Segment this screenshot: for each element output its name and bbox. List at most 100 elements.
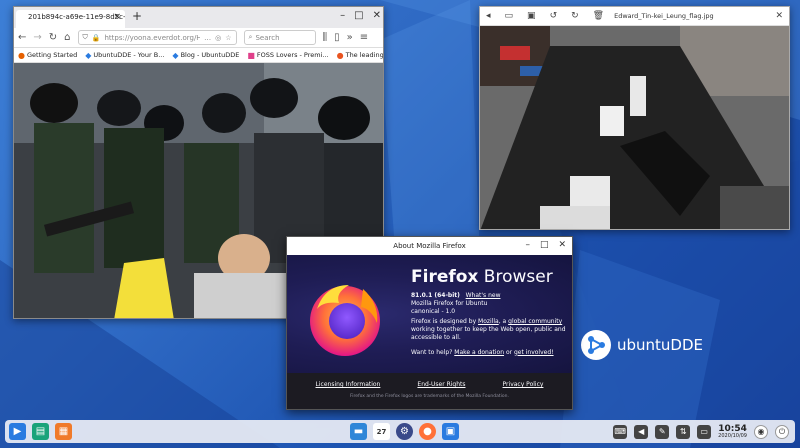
firefox-icon[interactable]: ● bbox=[419, 423, 436, 440]
ubuntudde-icon: ◆ bbox=[172, 50, 179, 60]
notification-center-icon[interactable]: ◉ bbox=[754, 424, 768, 439]
designed-by-text: Firefox is designed by Mozilla, a global… bbox=[411, 318, 567, 342]
url-text: https://yoona.everdot.org/HongKong/ bbox=[104, 33, 201, 42]
footer-links: Licensing Information End-User Rights Pr… bbox=[287, 373, 572, 388]
shield-icon[interactable]: ⛉ bbox=[83, 33, 88, 42]
close-icon[interactable]: ✕ bbox=[373, 10, 381, 21]
library-icon[interactable]: ⫼ bbox=[323, 32, 328, 43]
get-involved-link[interactable]: get involved! bbox=[514, 349, 554, 356]
bookmark-ubuntu[interactable]: ● The leading operatin... bbox=[337, 51, 383, 60]
about-main-panel: Firefox Browser 81.0.1 (64-bit) What's n… bbox=[287, 255, 572, 373]
delete-icon[interactable]: 🗑 bbox=[593, 11, 604, 21]
maximize-icon[interactable]: □ bbox=[540, 240, 549, 250]
image-viewer-icon[interactable]: ▣ bbox=[442, 423, 459, 440]
about-footer: Licensing Information End-User Rights Pr… bbox=[287, 373, 572, 409]
system-tray: ⌨ ◀ ✎ ⇅ ▭ 10:54 2020/10/09 ◉ ⏻ bbox=[613, 424, 789, 439]
designed-mid: , a bbox=[498, 318, 509, 326]
bookmark-blog-ubuntudde[interactable]: ◆ Blog - UbuntuDDE bbox=[172, 51, 239, 60]
star-icon[interactable]: ☆ bbox=[225, 34, 231, 42]
help-prefix: Want to help? bbox=[411, 348, 455, 356]
battery-icon[interactable]: ▭ bbox=[697, 424, 712, 439]
clock[interactable]: 10:54 2020/10/09 bbox=[718, 424, 747, 439]
volume-icon[interactable]: ◀ bbox=[634, 424, 649, 439]
designed-prefix: Firefox is designed by bbox=[411, 318, 479, 326]
tab-bar: 201b894c-a69e-11e9-8d5c-2d5b... × + – □ … bbox=[14, 7, 383, 28]
forward-icon[interactable]: → bbox=[33, 32, 41, 43]
more-icon[interactable]: … bbox=[204, 34, 211, 42]
actual-size-icon[interactable]: ▣ bbox=[527, 11, 536, 21]
licensing-information-link[interactable]: Licensing Information bbox=[316, 381, 381, 388]
about-info: 81.0.1 (64-bit) What's new Mozilla Firef… bbox=[411, 292, 567, 357]
bookmark-getting-started[interactable]: ● Getting Started bbox=[18, 51, 77, 60]
dialog-window-controls: – □ ✕ bbox=[525, 240, 566, 250]
help-or: or bbox=[504, 348, 514, 356]
search-placeholder: Search bbox=[255, 33, 280, 42]
product-name-bold: Firefox bbox=[411, 267, 479, 287]
lock-icon[interactable]: 🔒 bbox=[92, 34, 101, 42]
notes-icon[interactable]: ✎ bbox=[655, 424, 670, 439]
back-icon[interactable]: ← bbox=[18, 32, 26, 43]
sidebar-icon[interactable]: ▯ bbox=[334, 32, 340, 43]
home-icon[interactable]: ⌂ bbox=[64, 32, 70, 43]
ubuntu-icon: ● bbox=[336, 50, 344, 60]
tab-title: 201b894c-a69e-11e9-8d5c-2d5b... bbox=[28, 13, 125, 21]
close-tab-icon[interactable]: × bbox=[113, 12, 121, 22]
firefox-icon: ● bbox=[18, 50, 25, 60]
network-icon[interactable]: ⇅ bbox=[676, 424, 691, 439]
bookmark-label: The leading operatin... bbox=[345, 51, 383, 59]
calendar-icon[interactable]: 27 bbox=[373, 423, 390, 440]
image-viewer-window[interactable]: ◂ ▭ ▣ ↺ ↻ 🗑 Edward_Tin-kei_Leung_flag.jp… bbox=[479, 6, 790, 230]
minimize-icon[interactable]: – bbox=[340, 10, 345, 21]
file-manager-icon[interactable]: ▬ bbox=[350, 423, 367, 440]
settings-gear-icon[interactable]: ⚙ bbox=[396, 423, 413, 440]
mozilla-link[interactable]: Mozilla bbox=[478, 318, 499, 325]
rotate-right-icon[interactable]: ↻ bbox=[571, 11, 579, 21]
photo-illustration bbox=[480, 26, 789, 229]
bookmark-foss-lovers[interactable]: ■ FOSS Lovers - Premi... bbox=[247, 51, 328, 60]
ubuntudde-brand-text: ubuntuDDE bbox=[617, 336, 704, 354]
menu-icon[interactable]: ≡ bbox=[360, 32, 368, 43]
search-icon: ⌕ bbox=[248, 33, 253, 41]
ubuntudde-logo-icon bbox=[581, 330, 611, 360]
privacy-policy-link[interactable]: Privacy Policy bbox=[503, 381, 544, 388]
multitasking-view-icon[interactable]: ▤ bbox=[32, 423, 49, 440]
close-icon[interactable]: ✕ bbox=[775, 11, 783, 21]
designed-suffix: working together to keep the Web open, p… bbox=[411, 326, 566, 342]
viewer-filename: Edward_Tin-kei_Leung_flag.jpg bbox=[614, 12, 714, 20]
pocket-icon[interactable]: ◎ bbox=[215, 34, 221, 42]
firefox-logo-icon bbox=[310, 285, 380, 356]
global-community-link[interactable]: global community bbox=[508, 318, 562, 325]
rotate-left-icon[interactable]: ↺ bbox=[550, 11, 558, 21]
photo-protest-crowd bbox=[480, 26, 789, 229]
clock-date: 2020/10/09 bbox=[718, 432, 747, 439]
keyboard-icon[interactable]: ⌨ bbox=[613, 424, 628, 439]
maximize-icon[interactable]: □ bbox=[354, 10, 363, 21]
overflow-icon[interactable]: » bbox=[347, 32, 353, 43]
calendar-day: 27 bbox=[376, 427, 387, 436]
dialog-titlebar: About Mozilla Firefox – □ ✕ bbox=[287, 237, 572, 255]
close-icon[interactable]: ✕ bbox=[558, 240, 566, 250]
url-bar[interactable]: ⛉ 🔒 https://yoona.everdot.org/HongKong/ … bbox=[77, 30, 237, 45]
dialog-title: About Mozilla Firefox bbox=[393, 242, 466, 250]
product-name-rest: Browser bbox=[478, 267, 553, 287]
power-icon[interactable]: ⏻ bbox=[775, 424, 789, 439]
bookmark-label: Blog - UbuntuDDE bbox=[180, 51, 240, 59]
show-desktop-icon[interactable]: ▦ bbox=[55, 423, 72, 440]
tab-jpeg-image[interactable]: 201b894c-a69e-11e9-8d5c-2d5b... × bbox=[16, 10, 125, 28]
fit-window-icon[interactable]: ▭ bbox=[505, 11, 514, 21]
end-user-rights-link[interactable]: End-User Rights bbox=[417, 381, 465, 388]
bookmark-label: Getting Started bbox=[26, 51, 78, 59]
about-firefox-dialog[interactable]: About Mozilla Firefox – □ ✕ Firefox Brow… bbox=[286, 236, 573, 410]
make-donation-link[interactable]: Make a donation bbox=[454, 349, 504, 356]
new-tab-button[interactable]: + bbox=[132, 9, 142, 23]
viewer-toolbar: ◂ ▭ ▣ ↺ ↻ 🗑 Edward_Tin-kei_Leung_flag.jp… bbox=[480, 7, 789, 26]
foss-icon: ■ bbox=[247, 50, 255, 60]
launcher-icon[interactable]: ▶ bbox=[9, 423, 26, 440]
minimize-icon[interactable]: – bbox=[525, 240, 530, 250]
bookmark-ubuntudde[interactable]: ◆ UbuntuDDE - Your B... bbox=[85, 51, 164, 60]
prev-icon[interactable]: ◂ bbox=[486, 11, 491, 21]
whats-new-link[interactable]: What's new bbox=[466, 292, 501, 299]
ubuntudde-desktop-logo: ubuntuDDE bbox=[581, 330, 703, 360]
reload-icon[interactable]: ↻ bbox=[49, 32, 57, 43]
search-box[interactable]: ⌕ Search bbox=[243, 30, 316, 45]
